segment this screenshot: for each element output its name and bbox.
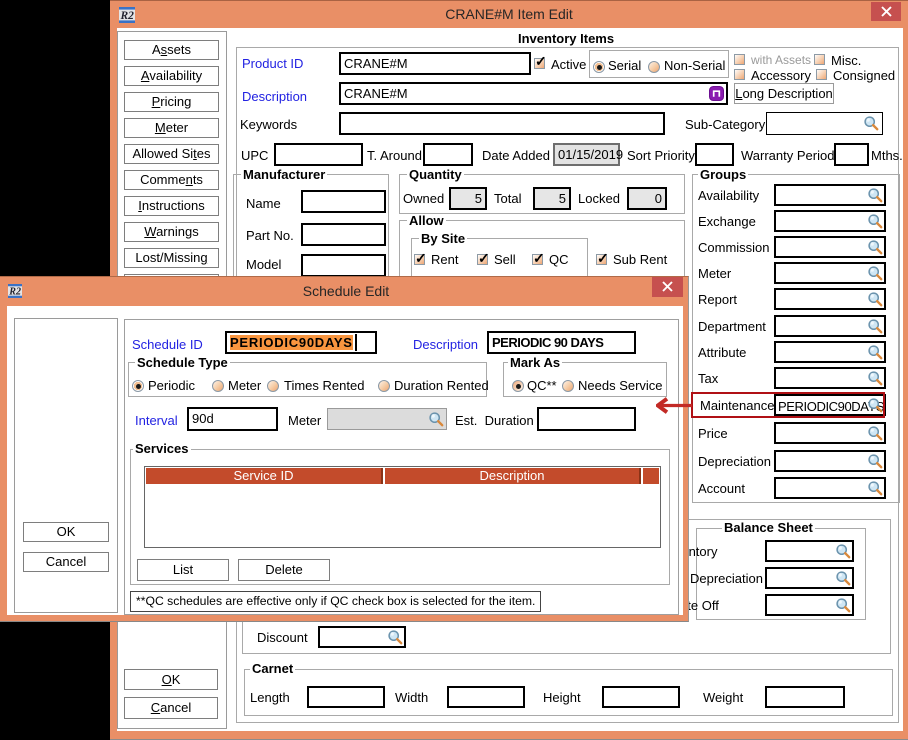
svg-text:R2: R2 — [119, 10, 134, 22]
svg-text:R2: R2 — [8, 287, 21, 298]
